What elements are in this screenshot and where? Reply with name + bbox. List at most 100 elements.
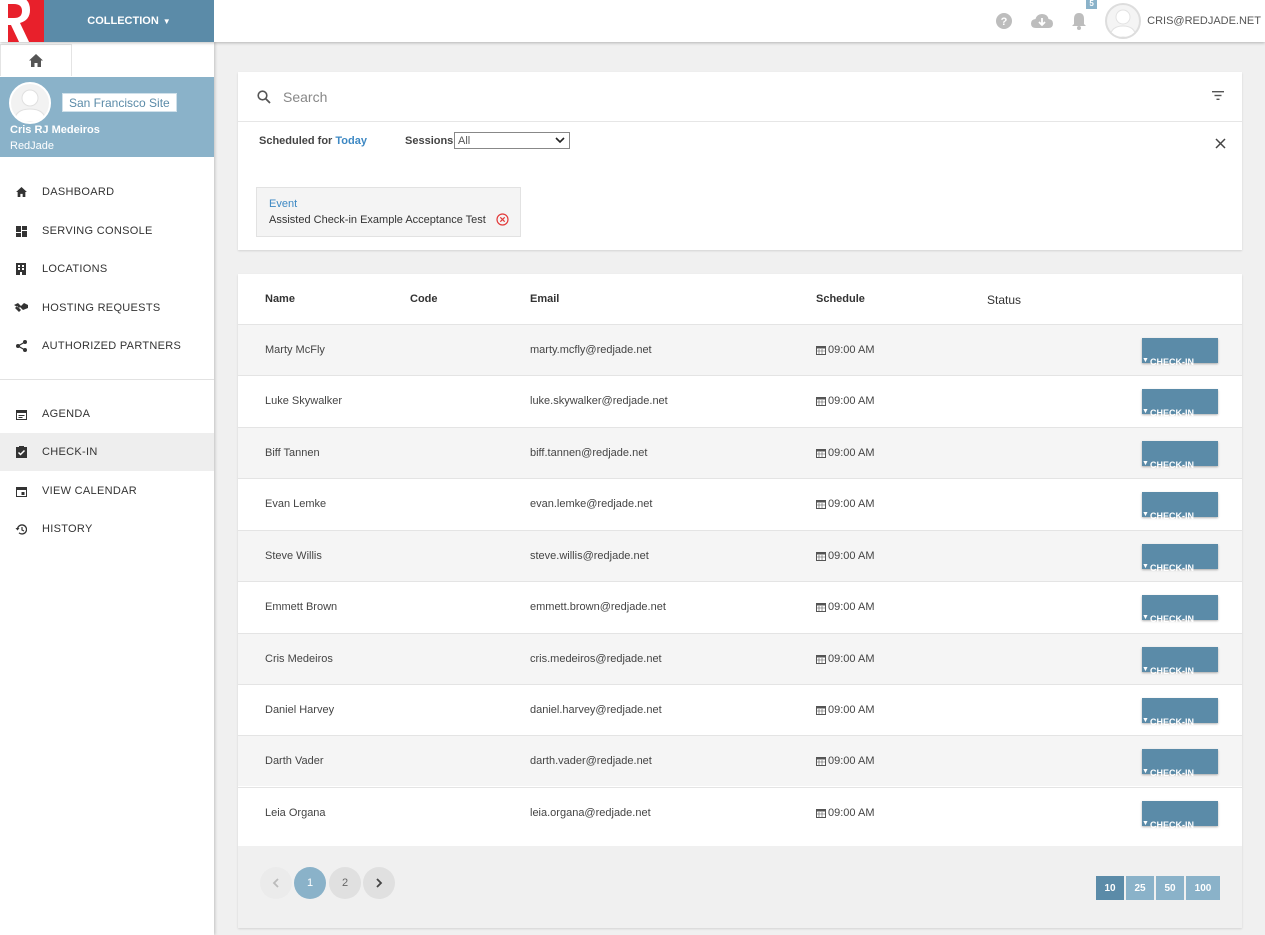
user-email[interactable]: CRIS@REDJADE.NET (1147, 15, 1261, 27)
table-row: Steve Willis steve.willis@redjade.net 09… (238, 530, 1242, 581)
caret-down-icon[interactable]: ▼ (1142, 460, 1149, 467)
check-in-button[interactable]: CHECK-IN ▼ (1142, 801, 1218, 830)
sessions-value: All (458, 134, 471, 147)
check-in-button[interactable]: CHECK-IN ▼ (1142, 749, 1218, 778)
share-icon (0, 340, 42, 352)
check-in-label: CHECK-IN (1150, 717, 1194, 727)
bell-icon (1072, 13, 1087, 30)
check-in-button[interactable]: CHECK-IN ▼ (1142, 595, 1218, 624)
column-header-name[interactable]: Name (265, 293, 295, 305)
previous-page-button[interactable] (260, 867, 292, 899)
attendee-name: Steve Willis (265, 550, 322, 562)
check-in-button[interactable]: CHECK-IN ▼ (1142, 441, 1218, 470)
sidebar-item-label: HOSTING REQUESTS (42, 302, 161, 314)
attendee-email: darth.vader@redjade.net (530, 755, 652, 767)
site-selector-button[interactable]: San Francisco Site (62, 93, 177, 112)
check-in-button[interactable]: CHECK-IN ▼ (1142, 544, 1218, 573)
chevron-down-icon (555, 137, 565, 144)
attendee-name: Biff Tannen (265, 447, 320, 459)
column-header-status[interactable]: Status (987, 293, 1021, 307)
scheduled-filter[interactable]: Scheduled for Today (259, 135, 367, 147)
check-in-button[interactable]: CHECK-IN ▼ (1142, 492, 1218, 521)
page-button[interactable]: 1 (294, 867, 326, 899)
attendee-schedule: 09:00 AM (816, 755, 874, 767)
calendar-icon (816, 449, 826, 458)
chevron-right-icon (376, 878, 383, 888)
svg-text:?: ? (1001, 16, 1008, 28)
history-icon (0, 523, 42, 535)
collection-menu[interactable]: COLLECTION ▼ (44, 0, 214, 42)
schedule-time: 09:00 AM (828, 807, 875, 819)
attendee-email: daniel.harvey@redjade.net (530, 704, 662, 716)
search-bar[interactable]: Search (238, 72, 1242, 122)
attendee-name: Emmett Brown (265, 601, 338, 613)
caret-down-icon[interactable]: ▼ (1142, 511, 1149, 518)
check-in-button[interactable]: CHECK-IN ▼ (1142, 389, 1218, 418)
calendar-icon (816, 552, 826, 561)
column-header-email[interactable]: Email (530, 293, 559, 305)
check-in-button[interactable]: CHECK-IN ▼ (1142, 338, 1218, 367)
caret-down-icon[interactable]: ▼ (1142, 614, 1149, 621)
table-row: Marty McFly marty.mcfly@redjade.net 09:0… (238, 324, 1242, 375)
sessions-select[interactable]: All (454, 132, 570, 149)
calendar-icon (0, 486, 42, 497)
search-input[interactable]: Search (283, 89, 327, 105)
page-size-option[interactable]: 100 (1186, 876, 1220, 900)
caret-down-icon[interactable]: ▼ (1142, 408, 1149, 415)
attendee-name: Marty McFly (265, 344, 325, 356)
column-header-schedule[interactable]: Schedule (816, 293, 865, 305)
attendee-schedule: 09:00 AM (816, 395, 874, 407)
column-header-code[interactable]: Code (410, 293, 438, 305)
filter-icon (1212, 91, 1224, 100)
avatar[interactable] (9, 82, 51, 124)
scheduled-value[interactable]: Today (335, 135, 367, 147)
redjade-logo[interactable] (0, 0, 44, 42)
handshake-icon (0, 303, 42, 313)
home-tab[interactable] (0, 44, 72, 76)
sidebar-item-hosting-requests[interactable]: HOSTING REQUESTS (0, 289, 214, 327)
caret-down-icon[interactable]: ▼ (1142, 820, 1149, 827)
help-icon[interactable]: ? (995, 12, 1013, 30)
schedule-time: 09:00 AM (828, 447, 875, 459)
close-icon[interactable] (1215, 138, 1226, 149)
sidebar: San Francisco Site Cris RJ Medeiros RedJ… (0, 42, 214, 935)
home-icon (0, 187, 42, 197)
table-row: Cris Medeiros cris.medeiros@redjade.net … (238, 633, 1242, 684)
caret-down-icon[interactable]: ▼ (1142, 563, 1149, 570)
cloud-download-icon[interactable] (1031, 13, 1054, 29)
page-button[interactable]: 2 (329, 867, 361, 899)
sidebar-item-check-in[interactable]: CHECK-IN (0, 433, 214, 471)
page-size-option[interactable]: 10 (1096, 876, 1124, 900)
attendee-name: Daniel Harvey (265, 704, 335, 716)
event-name: Assisted Check-in Example Acceptance Tes… (269, 214, 486, 226)
sidebar-item-locations[interactable]: LOCATIONS (0, 250, 214, 288)
caret-down-icon[interactable]: ▼ (1142, 717, 1149, 724)
attendee-schedule: 09:00 AM (816, 498, 874, 510)
attendee-schedule: 09:00 AM (816, 601, 874, 613)
sidebar-item-authorized-partners[interactable]: AUTHORIZED PARTNERS (0, 327, 214, 365)
sidebar-item-history[interactable]: HISTORY (0, 510, 214, 548)
caret-down-icon[interactable]: ▼ (1142, 666, 1149, 673)
table-row: Evan Lemke evan.lemke@redjade.net 09:00 … (238, 478, 1242, 529)
schedule-time: 09:00 AM (828, 653, 875, 665)
next-page-button[interactable] (363, 867, 395, 899)
sidebar-item-serving-console[interactable]: SERVING CONSOLE (0, 212, 214, 250)
page-size-option[interactable]: 25 (1126, 876, 1154, 900)
attendee-email: biff.tannen@redjade.net (530, 447, 648, 459)
remove-circle-icon[interactable] (496, 213, 509, 226)
page-size-selector: 10 25 50 100 (1096, 876, 1220, 900)
sidebar-item-agenda[interactable]: AGENDA (0, 395, 214, 433)
sidebar-item-label: CHECK-IN (42, 446, 98, 458)
caret-down-icon[interactable]: ▼ (1142, 357, 1149, 364)
sidebar-divider (0, 379, 214, 380)
sidebar-item-dashboard[interactable]: DASHBOARD (0, 173, 214, 211)
check-in-button[interactable]: CHECK-IN ▼ (1142, 647, 1218, 676)
notifications-button[interactable]: 5 (1071, 0, 1098, 30)
user-avatar[interactable] (1105, 3, 1142, 39)
sidebar-item-view-calendar[interactable]: VIEW CALENDAR (0, 472, 214, 510)
caret-down-icon[interactable]: ▼ (1142, 768, 1149, 775)
check-in-button[interactable]: CHECK-IN ▼ (1142, 698, 1218, 727)
schedule-time: 09:00 AM (828, 601, 875, 613)
page-size-option[interactable]: 50 (1156, 876, 1184, 900)
home-icon (29, 54, 43, 67)
